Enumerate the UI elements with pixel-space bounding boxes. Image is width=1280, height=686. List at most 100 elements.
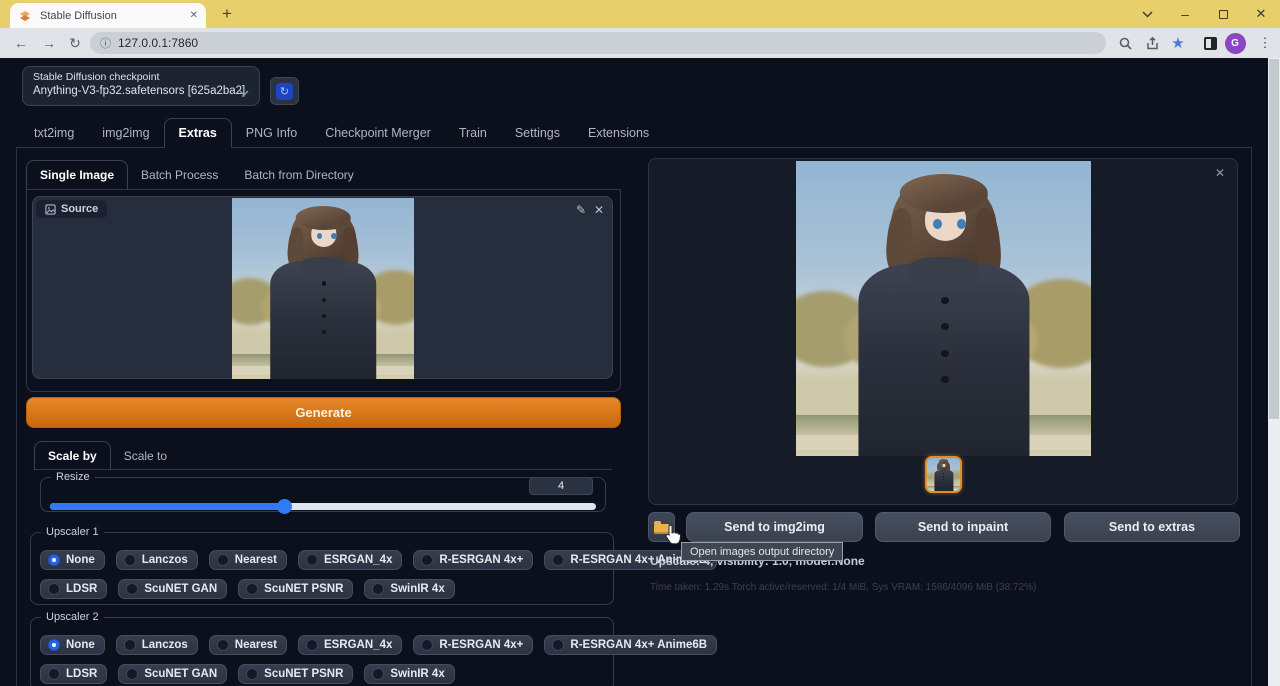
chevron-down-icon [239,90,249,96]
generate-label: Generate [295,405,351,420]
upscaler-option-nearest[interactable]: Nearest [209,550,287,570]
slider-fill [50,503,285,510]
resize-label: Resize [51,471,95,483]
radio-icon [372,668,384,680]
generate-button[interactable]: Generate [26,397,621,428]
tab-close-icon[interactable]: ✕ [190,10,198,21]
tab-extensions[interactable]: Extensions [574,119,663,147]
upscaler-option-swinir-4x[interactable]: SwinIR 4x [364,664,454,684]
upscaler-option-r-esrgan-4x-[interactable]: R-ESRGAN 4x+ [413,635,533,655]
new-tab-button[interactable]: + [214,1,240,27]
upscaler-option-r-esrgan-4x-anime6b[interactable]: R-ESRGAN 4x+ Anime6B [544,635,717,655]
tab-txt2img[interactable]: txt2img [20,119,88,147]
upscaler-option-scunet-gan[interactable]: ScuNET GAN [118,579,227,599]
edit-image-icon[interactable]: ✎ [576,203,586,217]
side-panel-icon[interactable] [1197,28,1223,58]
output-image[interactable] [796,161,1091,456]
tab-extras[interactable]: Extras [164,118,232,148]
checkpoint-dropdown[interactable]: Stable Diffusion checkpoint Anything-V3-… [22,66,260,106]
site-info-icon[interactable]: ⓘ [100,35,111,51]
radio-icon [306,639,318,651]
radio-icon [306,554,318,566]
bookmark-star-icon[interactable]: ★ [1165,28,1191,58]
forward-icon[interactable]: → [36,28,62,58]
upscaler-option-ldsr[interactable]: LDSR [40,664,107,684]
refresh-checkpoints-button[interactable]: ↻ [270,77,299,105]
back-icon[interactable]: ← [8,28,34,58]
clear-image-icon[interactable]: ✕ [594,203,604,217]
upscaler-option-none[interactable]: None [40,550,105,570]
avatar-letter: G [1225,33,1246,54]
radio-label: LDSR [66,668,97,680]
browser-menu-icon[interactable]: ⋮ [1252,28,1278,58]
window-menu-chevron-icon[interactable] [1128,0,1166,28]
upscaler-option-esrgan-4x[interactable]: ESRGAN_4x [298,635,402,655]
send-to-img2img-button[interactable]: Send to img2img [686,512,863,542]
girl-bangs [296,206,351,230]
girl-bangs [899,174,988,212]
reload-icon[interactable]: ↻ [62,28,88,58]
image-source-tabbar: Single Image Batch Process Batch from Di… [26,161,367,189]
upscaler-option-scunet-psnr[interactable]: ScuNET PSNR [238,664,353,684]
girl-collar [908,257,979,284]
zoom-icon[interactable] [1112,28,1138,58]
tab-scale-by[interactable]: Scale by [34,441,111,471]
upscaler-option-esrgan-4x[interactable]: ESRGAN_4x [298,550,402,570]
radio-label: Nearest [235,554,277,566]
radio-label: R-ESRGAN 4x+ [439,639,523,651]
upscaler-option-ldsr[interactable]: LDSR [40,579,107,599]
radio-icon [217,639,229,651]
upscaler-option-lanczos[interactable]: Lanczos [116,635,198,655]
send-to-inpaint-button[interactable]: Send to inpaint [875,512,1051,542]
upscaler-option-nearest[interactable]: Nearest [209,635,287,655]
source-image [232,198,414,379]
upscaler-option-scunet-gan[interactable]: ScuNET GAN [118,664,227,684]
radio-icon [421,554,433,566]
radio-icon [48,554,60,566]
upscaler-option-scunet-psnr[interactable]: ScuNET PSNR [238,579,353,599]
radio-icon [48,639,60,651]
gallery-close-icon[interactable]: ✕ [1215,166,1225,180]
upscaler-option-lanczos[interactable]: Lanczos [116,550,198,570]
girl-coat [270,261,376,379]
upscaler2-label: Upscaler 2 [41,611,104,623]
window-restore-button[interactable] [1204,0,1242,28]
resize-slider[interactable] [50,503,596,510]
radio-row: LDSR ScuNET GAN ScuNET PSNR SwinIR 4x [40,664,604,684]
radio-row: LDSR ScuNET GAN ScuNET PSNR SwinIR 4x [40,579,604,599]
tab-train[interactable]: Train [445,119,501,147]
send-to-extras-button[interactable]: Send to extras [1064,512,1240,542]
tab-img2img[interactable]: img2img [88,119,163,147]
radio-icon [552,639,564,651]
radio-label: ScuNET PSNR [264,583,343,595]
upscaler2-block: Upscaler 2 None Lanczos Nearest ESRGAN_4x R-… [30,611,614,686]
page-scrollbar[interactable] [1268,58,1280,686]
tab-batch-process[interactable]: Batch Process [128,161,231,189]
girl-eye [933,219,942,229]
browser-tab[interactable]: Stable Diffusion ✕ [10,3,206,28]
girl-collar [301,257,345,273]
radio-icon [217,554,229,566]
upscaler-option-r-esrgan-4x-[interactable]: R-ESRGAN 4x+ [413,550,533,570]
slider-thumb[interactable] [277,499,292,514]
scrollbar-thumb[interactable] [1269,59,1279,419]
tab-png-info[interactable]: PNG Info [232,119,311,147]
tab-batch-from-directory[interactable]: Batch from Directory [231,161,366,189]
window-close-button[interactable]: ✕ [1242,0,1280,28]
coat-button [943,479,944,480]
share-icon[interactable] [1139,28,1165,58]
output-gallery: ✕ [648,158,1238,505]
gallery-thumbnail-selected[interactable] [925,456,962,493]
tab-scale-to[interactable]: Scale to [111,442,180,470]
tab-single-image[interactable]: Single Image [26,160,128,190]
resize-value-input[interactable]: 4 [529,477,593,495]
tab-checkpoint-merger[interactable]: Checkpoint Merger [311,119,445,147]
profile-avatar[interactable]: G [1222,28,1248,58]
tab-settings[interactable]: Settings [501,119,574,147]
upscaler-option-swinir-4x[interactable]: SwinIR 4x [364,579,454,599]
address-bar[interactable]: ⓘ 127.0.0.1:7860 [90,32,1106,54]
upscaler-option-none[interactable]: None [40,635,105,655]
window-minimize-button[interactable]: – [1166,0,1204,28]
source-image-dropzone[interactable]: Source ✎ ✕ [32,196,613,379]
refresh-icon: ↻ [276,83,293,100]
